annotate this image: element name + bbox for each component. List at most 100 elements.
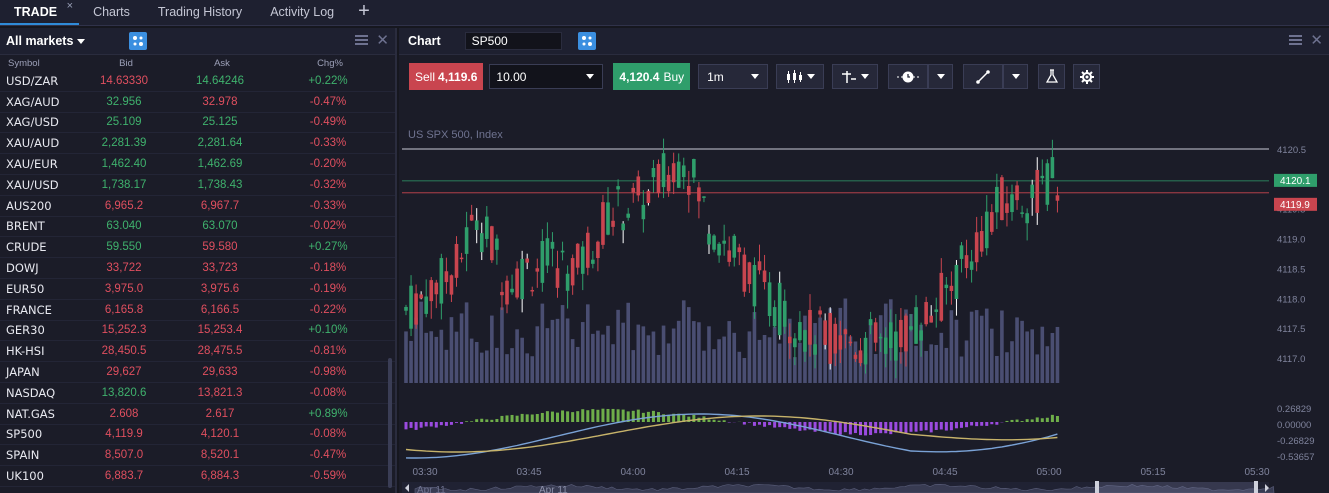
candle[interactable] bbox=[782, 300, 787, 327]
market-row[interactable]: XAU/EUR 1,462.40 1,462.69 -0.20% bbox=[0, 154, 395, 175]
market-bid[interactable]: 29,627 bbox=[82, 366, 166, 378]
indicators-select[interactable] bbox=[832, 64, 879, 89]
candle[interactable] bbox=[969, 261, 974, 270]
candle[interactable] bbox=[469, 214, 474, 221]
candle[interactable] bbox=[757, 261, 762, 271]
market-ask[interactable]: 3,975.6 bbox=[166, 283, 274, 295]
candle[interactable] bbox=[550, 241, 555, 249]
candle[interactable] bbox=[565, 273, 570, 291]
market-row[interactable]: XAU/USD 1,738.17 1,738.43 -0.32% bbox=[0, 175, 395, 196]
column-ask[interactable]: Ask bbox=[168, 58, 276, 69]
market-row[interactable]: USD/ZAR 14.63330 14.64246 +0.22% bbox=[0, 71, 395, 92]
market-ask[interactable]: 8,520.1 bbox=[166, 449, 274, 461]
candle[interactable] bbox=[641, 204, 646, 220]
candle[interactable] bbox=[838, 335, 843, 350]
candle[interactable] bbox=[485, 216, 489, 239]
candle[interactable] bbox=[505, 280, 509, 305]
add-tab-icon[interactable]: + bbox=[348, 0, 380, 25]
market-ask[interactable]: 6,166.5 bbox=[166, 304, 274, 316]
candle[interactable] bbox=[495, 238, 499, 250]
market-ask[interactable]: 13,821.3 bbox=[166, 387, 274, 399]
candle[interactable] bbox=[520, 258, 524, 300]
candle[interactable] bbox=[409, 285, 413, 329]
candle[interactable] bbox=[429, 280, 434, 302]
candle[interactable] bbox=[828, 312, 832, 364]
candle[interactable] bbox=[798, 322, 802, 341]
market-row[interactable]: CRUDE 59.550 59.580 +0.27% bbox=[0, 237, 395, 259]
market-bid[interactable]: 63.040 bbox=[82, 220, 166, 232]
market-row[interactable]: BRENT 63.040 63.070 -0.02% bbox=[0, 217, 395, 238]
market-row[interactable]: XAU/AUD 2,281.39 2,281.64 -0.33% bbox=[0, 133, 395, 155]
candle[interactable] bbox=[586, 232, 590, 268]
tab-trade[interactable]: TRADE × bbox=[0, 0, 80, 25]
candle[interactable] bbox=[1030, 184, 1034, 199]
market-ask[interactable]: 4,120.1 bbox=[166, 428, 274, 440]
market-bid[interactable]: 3,975.0 bbox=[82, 283, 166, 295]
candle[interactable] bbox=[833, 323, 838, 354]
market-ask[interactable]: 6,967.7 bbox=[166, 200, 274, 212]
market-row[interactable]: EUR50 3,975.0 3,975.6 -0.19% bbox=[0, 279, 395, 300]
candle[interactable] bbox=[772, 307, 777, 327]
market-row[interactable]: HK-HSI 28,450.5 28,475.5 -0.81% bbox=[0, 341, 395, 363]
candle[interactable] bbox=[813, 344, 817, 355]
market-ask[interactable]: 25.125 bbox=[166, 116, 274, 128]
candle[interactable] bbox=[863, 337, 868, 365]
candle[interactable] bbox=[687, 185, 691, 195]
draw-line-tool[interactable] bbox=[963, 64, 1004, 89]
market-row[interactable]: AUS200 6,965.2 6,967.7 -0.33% bbox=[0, 196, 395, 217]
candle[interactable] bbox=[752, 264, 757, 307]
market-bid[interactable]: 13,820.6 bbox=[82, 387, 166, 399]
candle[interactable] bbox=[1010, 194, 1014, 213]
candle[interactable] bbox=[934, 309, 939, 312]
draw-tool-dropdown[interactable] bbox=[1003, 64, 1029, 89]
candle[interactable] bbox=[868, 319, 873, 326]
market-ask[interactable]: 1,738.43 bbox=[166, 179, 274, 191]
market-bid[interactable]: 6,883.7 bbox=[82, 470, 166, 482]
candle[interactable] bbox=[878, 336, 883, 339]
scrollbar[interactable] bbox=[388, 358, 392, 488]
candle[interactable] bbox=[909, 326, 913, 330]
candle[interactable] bbox=[722, 240, 726, 244]
candle[interactable] bbox=[1040, 175, 1045, 179]
market-bid[interactable]: 14.63330 bbox=[82, 75, 166, 87]
market-ask[interactable]: 2.617 bbox=[166, 408, 274, 420]
candle[interactable] bbox=[621, 223, 625, 231]
market-bid[interactable]: 32.956 bbox=[82, 96, 166, 108]
candle[interactable] bbox=[732, 235, 737, 258]
market-bid[interactable]: 8,507.0 bbox=[82, 449, 166, 461]
candle[interactable] bbox=[995, 186, 999, 213]
candle[interactable] bbox=[631, 187, 636, 193]
candle[interactable] bbox=[560, 250, 565, 253]
candle[interactable] bbox=[591, 259, 595, 264]
price-chart[interactable]: US SPX 500, Index4120.54120.04119.54119.… bbox=[399, 95, 1329, 493]
candle[interactable] bbox=[606, 202, 610, 235]
column-bid[interactable]: Bid bbox=[84, 58, 168, 69]
menu-icon[interactable] bbox=[1289, 35, 1303, 45]
column-chg[interactable]: Chg% bbox=[276, 58, 384, 69]
market-bid[interactable]: 59.550 bbox=[82, 241, 166, 253]
market-bid[interactable]: 33,722 bbox=[82, 262, 166, 274]
market-bid[interactable]: 2,281.39 bbox=[82, 137, 166, 149]
market-bid[interactable]: 4,119.9 bbox=[82, 428, 166, 440]
candle[interactable] bbox=[419, 294, 423, 299]
symbol-input[interactable]: SP500 bbox=[464, 32, 562, 50]
close-icon[interactable]: × bbox=[67, 0, 73, 18]
market-row[interactable]: SPAIN 8,507.0 8,520.1 -0.47% bbox=[0, 445, 395, 467]
navigator-window[interactable] bbox=[1099, 482, 1254, 493]
buy-button[interactable]: 4,120.4 Buy bbox=[613, 63, 691, 90]
candle[interactable] bbox=[954, 264, 959, 299]
candle[interactable] bbox=[818, 310, 822, 315]
candle[interactable] bbox=[984, 211, 989, 249]
market-ask[interactable]: 2,281.64 bbox=[166, 137, 274, 149]
market-row[interactable]: XAG/USD 25.109 25.125 -0.49% bbox=[0, 113, 395, 134]
candle[interactable] bbox=[500, 291, 504, 296]
candle[interactable] bbox=[697, 187, 701, 202]
markets-filter-dropdown[interactable]: All markets bbox=[6, 34, 86, 48]
quantity-select[interactable]: 10.00 bbox=[489, 64, 604, 89]
candle[interactable] bbox=[535, 268, 540, 272]
candle[interactable] bbox=[404, 306, 408, 311]
candle[interactable] bbox=[414, 293, 418, 325]
candle[interactable] bbox=[510, 288, 514, 293]
market-row[interactable]: DOWJ 33,722 33,723 -0.18% bbox=[0, 258, 395, 279]
candle[interactable] bbox=[939, 272, 944, 321]
